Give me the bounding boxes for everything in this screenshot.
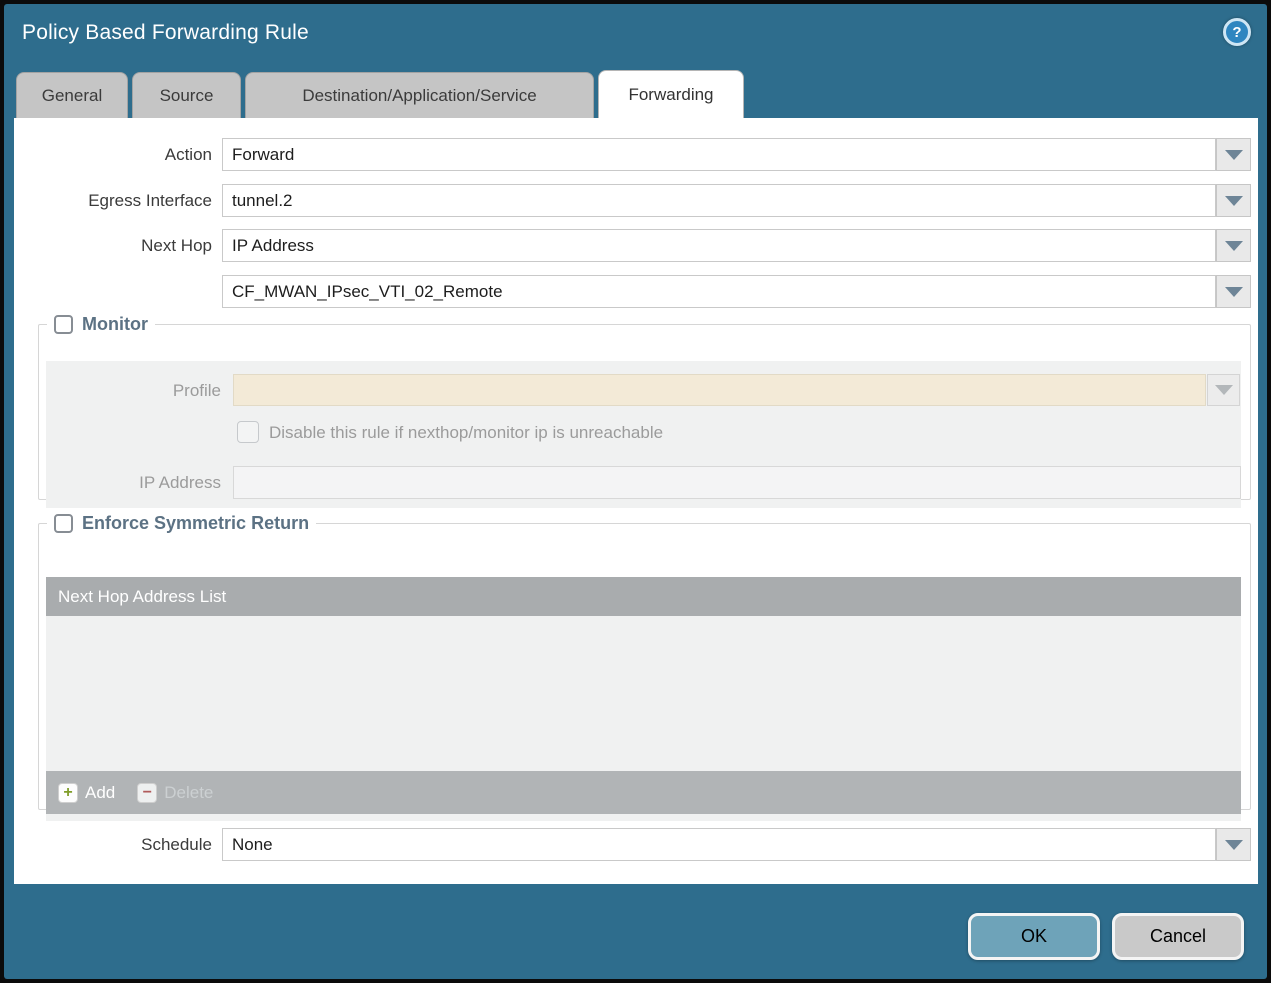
monitor-checkbox[interactable] [54, 315, 73, 334]
schedule-label: Schedule [14, 828, 212, 861]
delete-button: − Delete [137, 783, 213, 803]
cancel-button[interactable]: Cancel [1112, 913, 1244, 960]
chevron-down-icon [1225, 150, 1243, 160]
action-label: Action [14, 138, 212, 171]
egress-interface-dropdown-button[interactable] [1216, 184, 1251, 217]
schedule-value[interactable]: None [222, 828, 1216, 861]
disable-rule-label: Disable this rule if nexthop/monitor ip … [269, 421, 663, 445]
chevron-down-icon [1225, 840, 1243, 850]
next-hop-address-list-table: Next Hop Address List + Add − Delete [46, 577, 1241, 821]
dialog-title: Policy Based Forwarding Rule [22, 21, 309, 45]
forwarding-tab-panel: Action Forward Egress Interface tunnel.2… [14, 118, 1258, 884]
tab-source[interactable]: Source [132, 72, 241, 118]
disable-rule-checkbox [237, 421, 259, 443]
monitor-ip-address-field [233, 466, 1241, 499]
delete-button-label: Delete [164, 783, 213, 803]
monitor-group-body: Profile Disable this rule if nexthop/mon… [46, 361, 1241, 508]
next-hop-address-list-header: Next Hop Address List [46, 577, 1241, 616]
add-button-label: Add [85, 783, 115, 803]
chevron-down-icon [1225, 287, 1243, 297]
profile-value [233, 374, 1206, 406]
chevron-down-icon [1225, 196, 1243, 206]
tab-general[interactable]: General [16, 72, 128, 118]
chevron-down-icon [1215, 385, 1233, 395]
action-dropdown-button[interactable] [1216, 138, 1251, 171]
next-hop-address-list-toolbar: + Add − Delete [46, 771, 1241, 814]
next-hop-type-value[interactable]: IP Address [222, 229, 1216, 262]
add-icon: + [58, 783, 78, 803]
profile-dropdown-button [1207, 374, 1240, 406]
add-button[interactable]: + Add [58, 783, 115, 803]
monitor-legend: Monitor [47, 314, 155, 335]
enforce-symmetric-return-label: Enforce Symmetric Return [82, 513, 309, 534]
egress-interface-label: Egress Interface [14, 184, 212, 217]
next-hop-address-value[interactable]: CF_MWAN_IPsec_VTI_02_Remote [222, 275, 1216, 308]
enforce-symmetric-return-checkbox[interactable] [54, 514, 73, 533]
help-icon[interactable]: ? [1223, 18, 1251, 46]
next-hop-type-dropdown-button[interactable] [1216, 229, 1251, 262]
dialog-frame: Policy Based Forwarding Rule ? General S… [0, 0, 1271, 983]
chevron-down-icon [1225, 241, 1243, 251]
policy-based-forwarding-dialog: Policy Based Forwarding Rule ? General S… [4, 4, 1267, 979]
enforce-symmetric-return-legend: Enforce Symmetric Return [47, 513, 316, 534]
monitor-ip-address-label: IP Address [46, 466, 221, 499]
table-bottom-strip [46, 814, 1241, 821]
schedule-dropdown-button[interactable] [1216, 828, 1251, 861]
tab-bar: General Source Destination/Application/S… [16, 70, 744, 118]
next-hop-address-list-body[interactable] [46, 616, 1241, 771]
monitor-group: Monitor Profile Disable this rule if nex… [38, 314, 1251, 500]
monitor-label: Monitor [82, 314, 148, 335]
action-value[interactable]: Forward [222, 138, 1216, 171]
next-hop-label: Next Hop [14, 229, 212, 262]
profile-label: Profile [46, 374, 221, 407]
next-hop-address-dropdown-button[interactable] [1216, 275, 1251, 308]
delete-icon: − [137, 783, 157, 803]
tab-destination-application-service[interactable]: Destination/Application/Service [245, 72, 594, 118]
ok-button[interactable]: OK [968, 913, 1100, 960]
tab-forwarding[interactable]: Forwarding [598, 70, 744, 118]
enforce-symmetric-return-group: Enforce Symmetric Return Next Hop Addres… [38, 513, 1251, 810]
egress-interface-value[interactable]: tunnel.2 [222, 184, 1216, 217]
